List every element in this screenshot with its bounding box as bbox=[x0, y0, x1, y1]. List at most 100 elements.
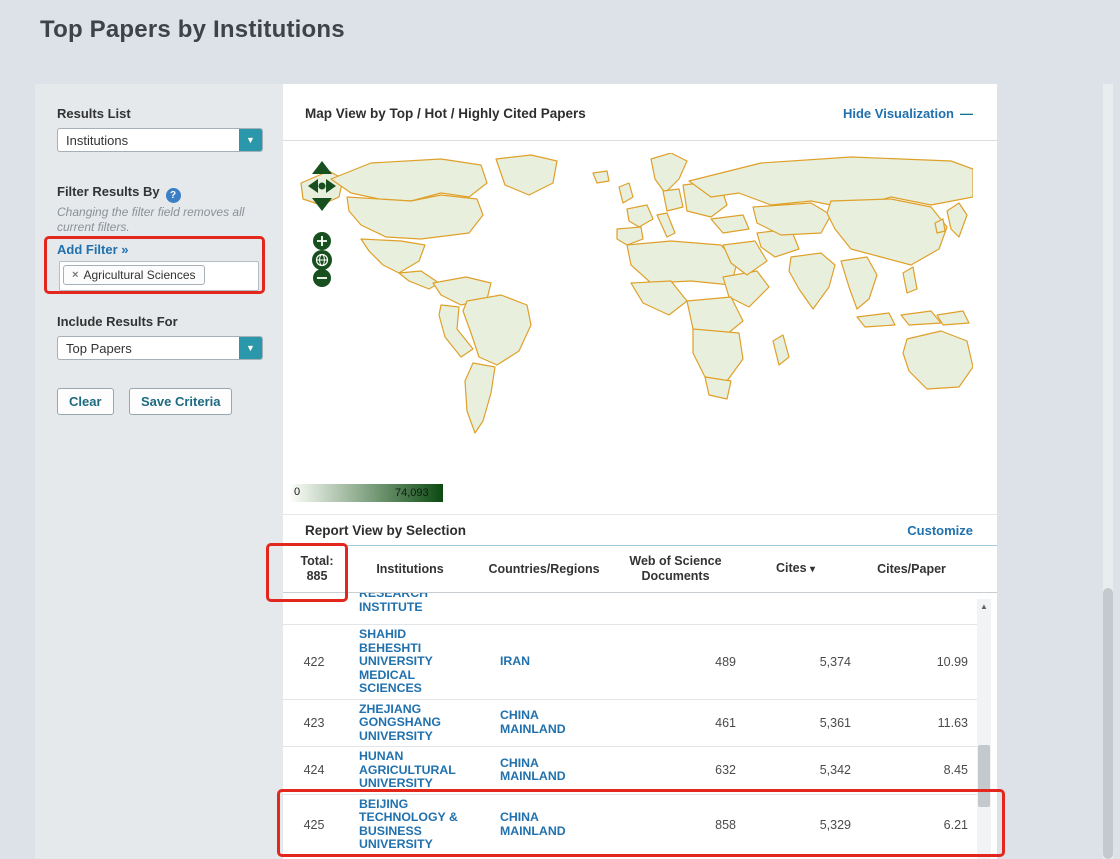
map-region-madagascar[interactable] bbox=[773, 335, 789, 365]
world-map[interactable] bbox=[291, 153, 973, 480]
include-results-label: Include Results For bbox=[57, 314, 178, 329]
row-cites-per-paper: 10.99 bbox=[853, 655, 970, 669]
results-list-dropdown[interactable]: Institutions ▼ bbox=[57, 128, 263, 152]
map-region-iceland[interactable] bbox=[593, 171, 609, 183]
sidebar-buttons: Clear Save Criteria bbox=[57, 388, 243, 415]
map-color-legend: 0 74,093 bbox=[291, 484, 443, 502]
table-row[interactable]: 424 HUNAN AGRICULTURAL UNIVERSITY CHINA … bbox=[283, 747, 977, 795]
help-icon[interactable]: ? bbox=[166, 188, 181, 203]
country-link[interactable]: CHINA MAINLAND bbox=[500, 811, 573, 838]
save-criteria-button[interactable]: Save Criteria bbox=[129, 388, 233, 415]
include-results-dropdown[interactable]: Top Papers ▼ bbox=[57, 336, 263, 360]
clear-button[interactable]: Clear bbox=[57, 388, 114, 415]
map-region-brazil[interactable] bbox=[463, 295, 531, 365]
customize-link[interactable]: Customize bbox=[907, 523, 973, 538]
sort-caret-icon: ▾ bbox=[810, 564, 815, 575]
row-documents: 632 bbox=[613, 763, 738, 777]
table-row[interactable]: 425 BEIJING TECHNOLOGY & BUSINESS UNIVER… bbox=[283, 795, 977, 856]
map-region-italy[interactable] bbox=[657, 213, 675, 237]
table-scrollbar[interactable]: ▲ bbox=[977, 599, 991, 859]
table-scrollbar-thumb[interactable] bbox=[978, 745, 990, 807]
map-region-australia[interactable] bbox=[903, 331, 973, 389]
pan-down-button[interactable] bbox=[312, 198, 332, 211]
column-header-countries: Countries/Regions bbox=[475, 546, 613, 592]
map-region-philippines[interactable] bbox=[903, 267, 917, 293]
table-row[interactable]: 422 SHAHID BEHESHTI UNIVERSITY MEDICAL S… bbox=[283, 625, 977, 700]
row-rank: 422 bbox=[283, 655, 345, 669]
row-cites-per-paper: 11.63 bbox=[853, 716, 970, 730]
institution-link[interactable]: BEIJING TECHNOLOGY & BUSINESS UNIVERSITY bbox=[359, 798, 459, 852]
institution-link[interactable]: SHAHID BEHESHTI UNIVERSITY MEDICAL SCIEN… bbox=[359, 628, 459, 696]
map-region-argentina[interactable] bbox=[465, 363, 495, 433]
choropleth-map[interactable] bbox=[291, 153, 973, 480]
active-filter-field[interactable]: × Agricultural Sciences bbox=[59, 261, 259, 291]
pan-up-button[interactable] bbox=[312, 161, 332, 174]
pan-right-button[interactable] bbox=[326, 179, 336, 193]
scroll-up-arrow-icon[interactable]: ▲ bbox=[977, 599, 991, 614]
map-region-north-africa[interactable] bbox=[627, 241, 737, 285]
map-region-mexico[interactable] bbox=[361, 239, 425, 273]
include-results-value: Top Papers bbox=[58, 341, 239, 356]
row-rank: 425 bbox=[283, 818, 345, 832]
map-region-france[interactable] bbox=[627, 205, 653, 227]
map-region-scandinavia[interactable] bbox=[651, 153, 687, 193]
legend-min-label: 0 bbox=[294, 486, 300, 498]
map-region-japan[interactable] bbox=[947, 203, 967, 237]
map-controls[interactable] bbox=[305, 159, 339, 289]
map-region-canada[interactable] bbox=[331, 159, 487, 201]
pan-center-button[interactable] bbox=[319, 183, 326, 190]
cites-label: Cites bbox=[776, 561, 807, 575]
chevron-down-icon[interactable]: ▼ bbox=[239, 129, 262, 151]
map-region-spain[interactable] bbox=[617, 227, 643, 245]
row-cites: 5,361 bbox=[738, 716, 853, 730]
column-header-cites-sort[interactable]: Cites ▾ bbox=[738, 546, 853, 592]
country-link[interactable]: IRAN bbox=[500, 655, 573, 669]
filter-note: Changing the filter field removes all cu… bbox=[57, 205, 265, 235]
map-region-indonesia[interactable] bbox=[857, 311, 941, 327]
institution-link[interactable]: ZHEJIANG GONGSHANG UNIVERSITY bbox=[359, 703, 459, 744]
results-list-value: Institutions bbox=[58, 133, 239, 148]
map-region-south-africa[interactable] bbox=[705, 377, 731, 399]
row-cites: 5,342 bbox=[738, 763, 853, 777]
filter-sidebar: Results List Institutions ▼ Filter Resul… bbox=[35, 84, 283, 859]
institution-link[interactable]: HUNAN AGRICULTURAL UNIVERSITY bbox=[359, 750, 459, 791]
hide-visualization-link[interactable]: Hide Visualization — bbox=[843, 106, 973, 121]
page-scrollbar-thumb[interactable] bbox=[1103, 588, 1113, 859]
map-region-germany[interactable] bbox=[663, 189, 683, 211]
map-region-india[interactable] bbox=[789, 253, 835, 309]
map-region-kazakhstan[interactable] bbox=[753, 203, 831, 235]
row-cites-per-paper: 8.45 bbox=[853, 763, 970, 777]
row-documents: 489 bbox=[613, 655, 738, 669]
institution-link[interactable]: RESEARCH INSTITUTE bbox=[359, 593, 459, 614]
map-region-china[interactable] bbox=[827, 199, 947, 265]
map-region-west-africa[interactable] bbox=[631, 281, 687, 315]
table-row[interactable]: RESEARCH INSTITUTE bbox=[283, 593, 977, 625]
map-region-southern-africa[interactable] bbox=[693, 329, 743, 381]
map-region-usa[interactable] bbox=[347, 195, 483, 239]
map-region-turkey[interactable] bbox=[711, 215, 749, 233]
country-link[interactable]: CHINA MAINLAND bbox=[500, 709, 573, 736]
map-region-uk[interactable] bbox=[619, 183, 633, 203]
map-region-png[interactable] bbox=[937, 311, 969, 325]
map-region-greenland[interactable] bbox=[496, 155, 557, 195]
table-row[interactable]: 423 ZHEJIANG GONGSHANG UNIVERSITY CHINA … bbox=[283, 700, 977, 748]
column-header-institutions: Institutions bbox=[345, 546, 475, 592]
column-header-cites-per-paper: Cites/Paper bbox=[853, 546, 970, 592]
content-panel: Map View by Top / Hot / Highly Cited Pap… bbox=[283, 84, 997, 859]
map-region-central-america[interactable] bbox=[399, 271, 439, 289]
map-region-se-asia[interactable] bbox=[841, 257, 877, 309]
remove-filter-icon[interactable]: × bbox=[72, 269, 78, 281]
row-rank: 424 bbox=[283, 763, 345, 777]
collapse-icon[interactable]: — bbox=[960, 106, 973, 121]
total-count: Total: 885 bbox=[283, 546, 345, 592]
filter-results-by-label: Filter Results By? bbox=[57, 184, 181, 203]
pan-left-button[interactable] bbox=[308, 179, 318, 193]
add-filter-link[interactable]: Add Filter » bbox=[57, 242, 129, 257]
chevron-down-icon[interactable]: ▼ bbox=[239, 337, 262, 359]
hide-visualization-label: Hide Visualization bbox=[843, 106, 954, 121]
results-list-label: Results List bbox=[57, 106, 131, 121]
filter-tag[interactable]: × Agricultural Sciences bbox=[63, 265, 205, 285]
country-link[interactable]: CHINA MAINLAND bbox=[500, 757, 573, 784]
page-scrollbar[interactable] bbox=[1103, 84, 1113, 859]
filter-results-by-text: Filter Results By bbox=[57, 184, 160, 199]
